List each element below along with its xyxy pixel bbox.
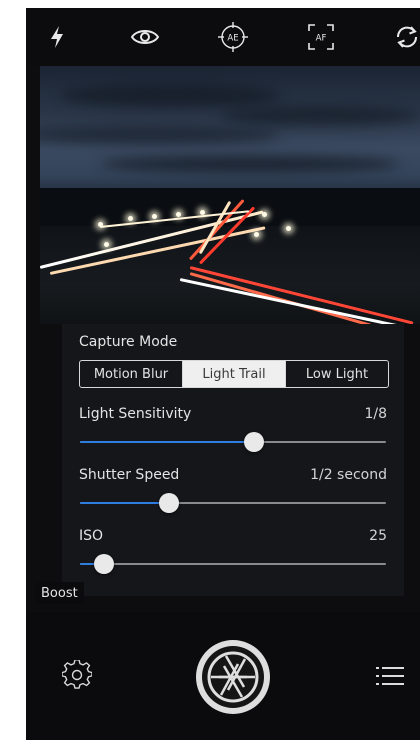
slider-thumb[interactable] xyxy=(158,493,179,513)
street-light xyxy=(152,214,157,219)
ae-lock-icon[interactable]: AE xyxy=(216,20,250,54)
flash-icon[interactable] xyxy=(40,20,74,54)
bottom-bar xyxy=(26,612,420,740)
af-lock-icon[interactable]: AF xyxy=(304,20,338,54)
shutter-speed-value: 1/2 second xyxy=(310,467,387,483)
slider-fill xyxy=(80,502,169,504)
cloud xyxy=(60,84,280,108)
eye-icon[interactable] xyxy=(128,20,162,54)
mode-low-light[interactable]: Low Light xyxy=(285,361,388,387)
capture-mode-selector: Motion Blur Light Trail Low Light xyxy=(79,360,389,388)
slider-thumb[interactable] xyxy=(244,432,265,452)
slider-fill xyxy=(80,441,255,443)
camera-screen: AE AF Capture Mode Motion Blur Light Tra… xyxy=(26,8,420,740)
aperture-icon xyxy=(202,646,264,708)
treeline xyxy=(40,188,420,228)
af-label: AF xyxy=(316,34,327,44)
street-light xyxy=(254,232,259,237)
cloud xyxy=(220,106,420,126)
iso-slider[interactable] xyxy=(80,554,386,574)
light-sensitivity-slider[interactable] xyxy=(80,432,386,452)
street-light xyxy=(104,242,109,247)
mode-motion-blur[interactable]: Motion Blur xyxy=(80,361,182,387)
list-menu-icon[interactable] xyxy=(376,664,406,688)
street-light xyxy=(286,226,291,231)
street-light xyxy=(98,222,103,227)
boost-button[interactable]: Boost xyxy=(35,582,84,604)
capture-mode-label: Capture Mode xyxy=(79,334,178,350)
gear-icon[interactable] xyxy=(61,659,93,690)
iso-value: 25 xyxy=(369,528,387,544)
slider-track xyxy=(80,563,386,565)
iso-label: ISO xyxy=(79,528,104,544)
shutter-button[interactable] xyxy=(196,640,270,714)
camera-preview[interactable] xyxy=(40,66,420,324)
light-sensitivity-value: 1/8 xyxy=(364,406,387,422)
mode-light-trail[interactable]: Light Trail xyxy=(182,361,285,387)
ae-label: AE xyxy=(227,34,238,44)
street-light xyxy=(128,216,133,221)
street-light xyxy=(262,212,267,217)
shutter-speed-label: Shutter Speed xyxy=(79,467,180,483)
light-sensitivity-label: Light Sensitivity xyxy=(79,406,192,422)
cloud xyxy=(40,126,280,144)
switch-camera-icon[interactable] xyxy=(390,20,420,54)
shutter-speed-slider[interactable] xyxy=(80,493,386,513)
slider-thumb[interactable] xyxy=(94,554,115,574)
control-panel: Capture Mode Motion Blur Light Trail Low… xyxy=(62,324,404,596)
street-light xyxy=(176,212,181,217)
cloud xyxy=(100,156,400,172)
street-light xyxy=(200,210,205,215)
top-toolbar: AE AF xyxy=(26,8,420,66)
